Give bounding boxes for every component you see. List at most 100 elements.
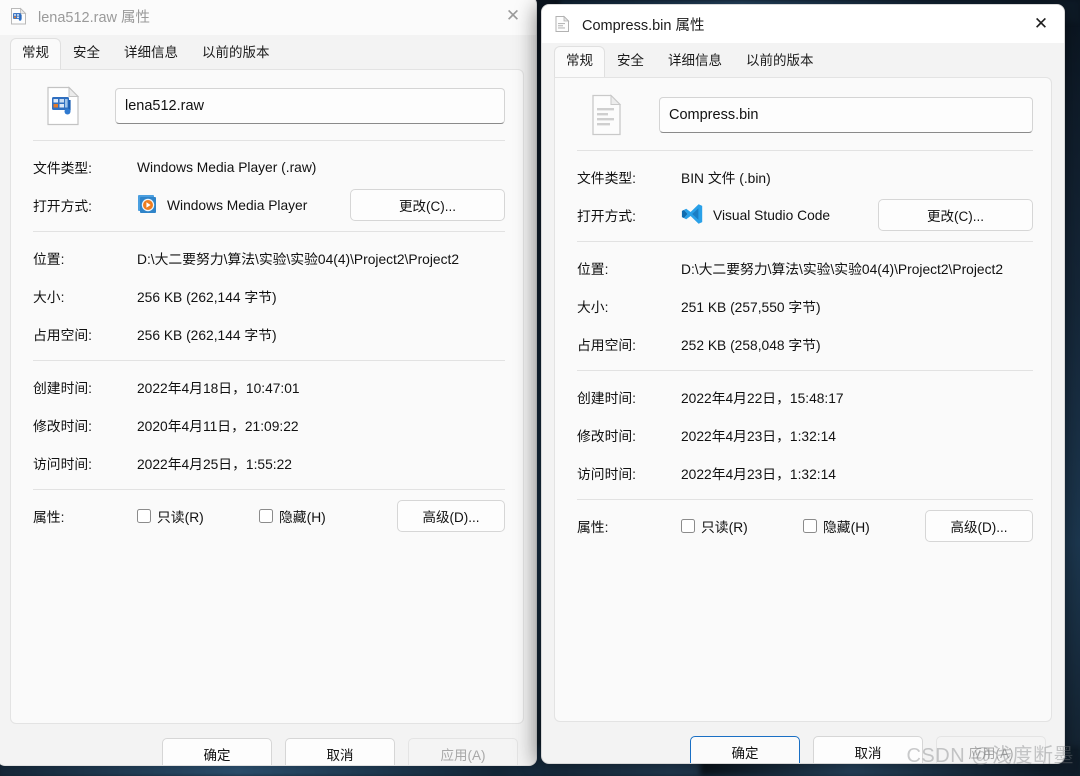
visual-studio-code-icon	[681, 203, 704, 228]
advanced-button[interactable]: 高级(D)...	[925, 510, 1033, 542]
general-tab-panel: lena512.raw 文件类型: Windows Media Player (…	[10, 69, 524, 724]
label-created: 创建时间:	[577, 391, 637, 406]
row-created: 创建时间: 2022年4月18日，10:47:01	[11, 368, 523, 406]
row-modified: 修改时间: 2020年4月11日，21:09:22	[11, 406, 523, 444]
tab-previous-versions[interactable]: 以前的版本	[190, 38, 282, 69]
advanced-button[interactable]: 高级(D)...	[397, 500, 505, 532]
value-created: 2022年4月22日，15:48:17	[681, 391, 844, 406]
tab-strip[interactable]: 常规 安全 详细信息 以前的版本	[542, 43, 1064, 77]
tab-strip[interactable]: 常规 安全 详细信息 以前的版本	[0, 35, 536, 69]
tab-details[interactable]: 详细信息	[112, 38, 190, 69]
properties-dialog-compress[interactable]: Compress.bin 属性 ✕ 常规 安全 详细信息 以前的版本 Compr…	[541, 4, 1065, 764]
value-size: 256 KB (262,144 字节)	[137, 290, 277, 305]
tab-details[interactable]: 详细信息	[656, 46, 734, 77]
readonly-label: 只读(R)	[157, 510, 204, 525]
csdn-watermark: CSDN @浅度断墨	[906, 745, 1074, 767]
label-size-on-disk: 占用空间:	[33, 328, 93, 343]
label-modified: 修改时间:	[33, 419, 93, 434]
row-accessed: 访问时间: 2022年4月23日，1:32:14	[555, 454, 1051, 492]
hidden-checkbox[interactable]: 隐藏(H)	[803, 516, 925, 536]
row-created: 创建时间: 2022年4月22日，15:48:17	[555, 378, 1051, 416]
open-with-app: Visual Studio Code	[681, 203, 878, 228]
file-header: lena512.raw	[11, 70, 523, 140]
label-modified: 修改时间:	[577, 429, 637, 444]
label-size-on-disk: 占用空间:	[577, 338, 637, 353]
generic-document-icon	[555, 94, 659, 136]
tab-general[interactable]: 常规	[10, 38, 61, 69]
apply-button: 应用(A)	[408, 738, 518, 765]
value-size: 251 KB (257,550 字节)	[681, 300, 821, 315]
label-size: 大小:	[577, 300, 609, 315]
value-modified: 2022年4月23日，1:32:14	[681, 429, 836, 444]
label-attributes: 属性:	[33, 510, 65, 525]
close-icon[interactable]: ✕	[1018, 5, 1064, 43]
label-file-type: 文件类型:	[577, 171, 637, 186]
media-file-icon	[11, 86, 115, 126]
label-opens-with: 打开方式:	[577, 209, 637, 224]
cancel-button[interactable]: 取消	[285, 738, 395, 765]
value-file-type: Windows Media Player (.raw)	[137, 159, 317, 175]
row-attributes: 属性: 只读(R) 隐藏(H) 高级(D)...	[11, 497, 523, 535]
properties-dialog-lena512[interactable]: lena512.raw 属性 ✕ 常规 安全 详细信息 以前的版本 lena51…	[0, 0, 537, 766]
readonly-checkbox[interactable]: 只读(R)	[137, 506, 259, 526]
hidden-label: 隐藏(H)	[823, 520, 870, 535]
open-with-app-name: Visual Studio Code	[713, 207, 831, 223]
titlebar[interactable]: lena512.raw 属性 ✕	[0, 0, 536, 35]
value-location: D:\大二要努力\算法\实验\实验04(4)\Project2\Project2	[137, 252, 459, 267]
row-file-type: 文件类型: Windows Media Player (.raw)	[11, 148, 523, 186]
value-modified: 2020年4月11日，21:09:22	[137, 419, 299, 434]
value-created: 2022年4月18日，10:47:01	[137, 381, 300, 396]
close-icon[interactable]: ✕	[490, 0, 536, 35]
open-with-app: Windows Media Player	[137, 193, 350, 217]
change-button[interactable]: 更改(C)...	[878, 199, 1033, 231]
row-accessed: 访问时间: 2022年4月25日，1:55:22	[11, 444, 523, 482]
tab-previous-versions[interactable]: 以前的版本	[734, 46, 826, 77]
readonly-checkbox[interactable]: 只读(R)	[681, 516, 803, 536]
row-file-type: 文件类型: BIN 文件 (.bin)	[555, 158, 1051, 196]
checkbox-box[interactable]	[803, 519, 817, 533]
tab-security[interactable]: 安全	[61, 38, 112, 69]
hidden-label: 隐藏(H)	[279, 510, 326, 525]
generic-document-icon	[554, 15, 571, 33]
row-size: 大小: 251 KB (257,550 字节)	[555, 287, 1051, 325]
row-location: 位置: D:\大二要努力\算法\实验\实验04(4)\Project2\Proj…	[555, 249, 1051, 287]
row-modified: 修改时间: 2022年4月23日，1:32:14	[555, 416, 1051, 454]
ok-button[interactable]: 确定	[162, 738, 272, 765]
row-size-on-disk: 占用空间: 256 KB (262,144 字节)	[11, 315, 523, 353]
checkbox-box[interactable]	[259, 509, 273, 523]
label-created: 创建时间:	[33, 381, 93, 396]
dialog-footer: 确定 取消 应用(A)	[0, 724, 536, 765]
label-accessed: 访问时间:	[577, 467, 637, 482]
label-file-type: 文件类型:	[33, 161, 93, 176]
value-size-on-disk: 252 KB (258,048 字节)	[681, 338, 821, 353]
value-accessed: 2022年4月25日，1:55:22	[137, 457, 292, 472]
label-opens-with: 打开方式:	[33, 199, 93, 214]
media-file-icon	[10, 7, 27, 25]
filename-input[interactable]: lena512.raw	[115, 88, 505, 124]
label-accessed: 访问时间:	[33, 457, 93, 472]
tab-general[interactable]: 常规	[554, 46, 605, 77]
row-attributes: 属性: 只读(R) 隐藏(H) 高级(D)...	[555, 507, 1051, 545]
titlebar[interactable]: Compress.bin 属性 ✕	[542, 5, 1064, 43]
open-with-app-name: Windows Media Player	[167, 197, 308, 213]
label-attributes: 属性:	[577, 520, 609, 535]
filename-input[interactable]: Compress.bin	[659, 97, 1033, 133]
ok-button[interactable]: 确定	[690, 736, 800, 763]
tab-security[interactable]: 安全	[605, 46, 656, 77]
file-header: Compress.bin	[555, 78, 1051, 150]
label-size: 大小:	[33, 290, 65, 305]
window-title: lena512.raw 属性	[38, 9, 151, 26]
value-accessed: 2022年4月23日，1:32:14	[681, 467, 836, 482]
label-location: 位置:	[33, 252, 65, 267]
row-size-on-disk: 占用空间: 252 KB (258,048 字节)	[555, 325, 1051, 363]
row-size: 大小: 256 KB (262,144 字节)	[11, 277, 523, 315]
row-opens-with: 打开方式: Visual Studio Code 更改(C)...	[555, 196, 1051, 234]
label-location: 位置:	[577, 262, 609, 277]
change-button[interactable]: 更改(C)...	[350, 189, 505, 221]
checkbox-box[interactable]	[137, 509, 151, 523]
hidden-checkbox[interactable]: 隐藏(H)	[259, 506, 397, 526]
checkbox-box[interactable]	[681, 519, 695, 533]
general-tab-panel: Compress.bin 文件类型: BIN 文件 (.bin) 打开方式: V…	[554, 77, 1052, 722]
windows-media-player-icon	[137, 193, 158, 217]
row-opens-with: 打开方式: Windows Media Player 更改(C)...	[11, 186, 523, 224]
